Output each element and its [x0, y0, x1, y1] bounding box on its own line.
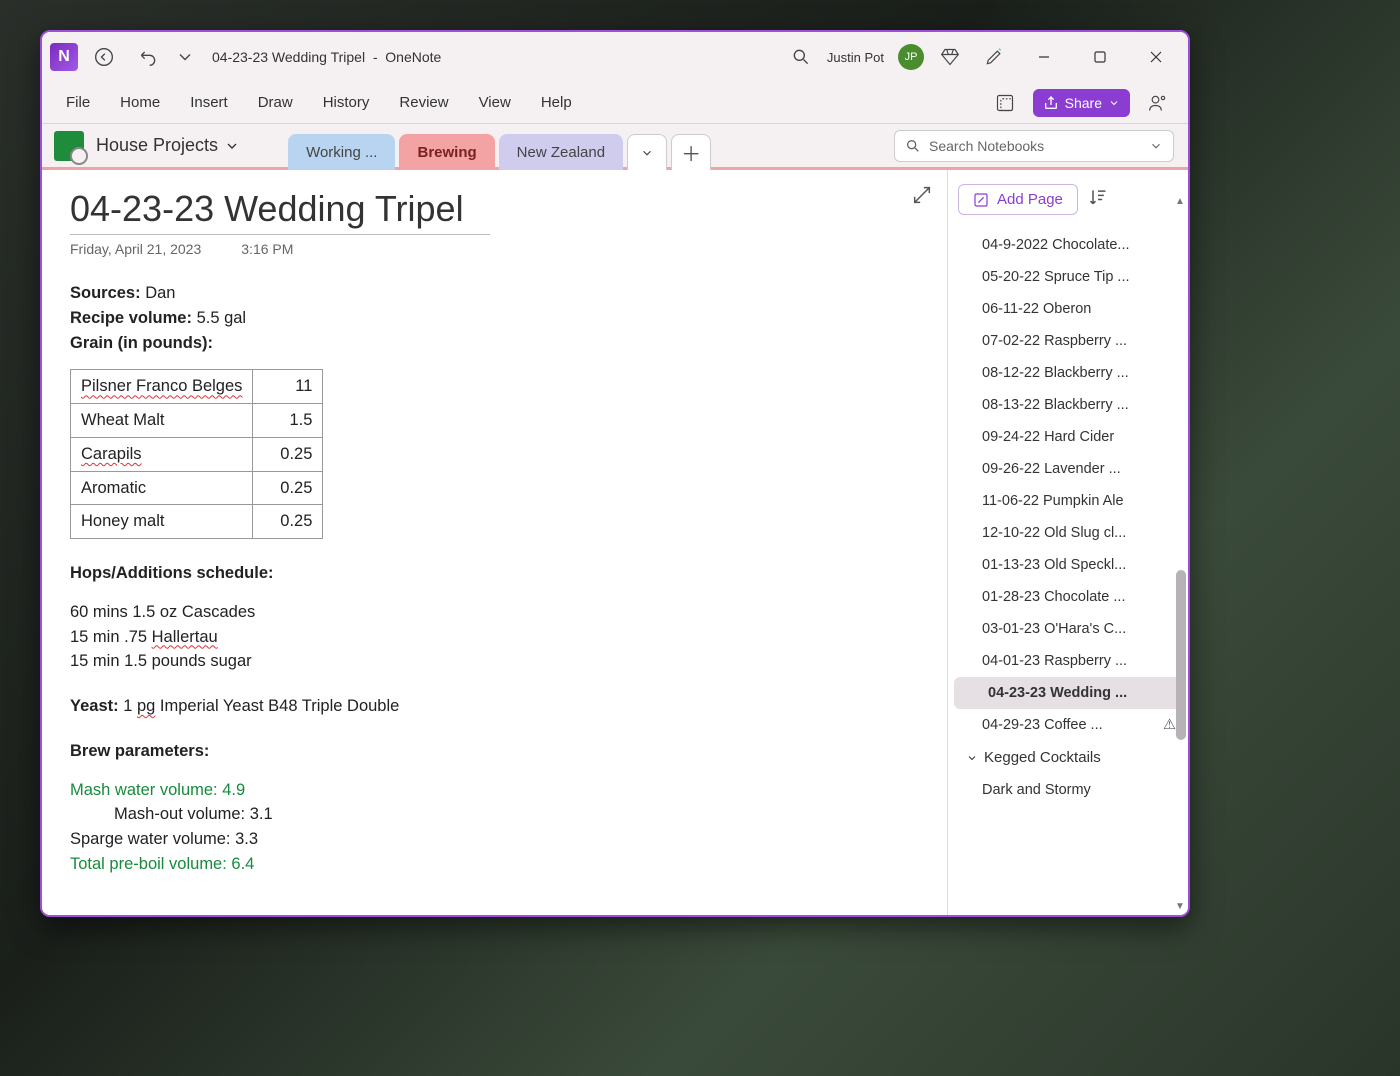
list-item[interactable]: 04-9-2022 Chocolate... — [948, 229, 1188, 261]
ribbon-tab-draw[interactable]: Draw — [246, 88, 305, 117]
onenote-app-icon — [50, 43, 78, 71]
chevron-down-icon — [1149, 139, 1163, 153]
share-button[interactable]: Share — [1033, 89, 1130, 117]
list-item[interactable]: 11-06-22 Pumpkin Ale — [948, 485, 1188, 517]
search-notebooks[interactable]: Search Notebooks — [894, 130, 1174, 162]
content-area: 04-23-23 Wedding Tripel Friday, April 21… — [42, 170, 1188, 915]
page-list-scrollbar[interactable]: ▲ ▼ — [1174, 210, 1186, 909]
table-row: Wheat Malt1.5 — [71, 404, 323, 438]
list-item[interactable]: 04-01-23 Raspberry ... — [948, 645, 1188, 677]
chevron-down-icon — [966, 752, 978, 764]
pen-icon[interactable] — [976, 39, 1012, 75]
table-row: Aromatic0.25 — [71, 471, 323, 505]
onenote-window: 04-23-23 Wedding Tripel - OneNote Justin… — [40, 30, 1190, 917]
titlebar: 04-23-23 Wedding Tripel - OneNote Justin… — [42, 32, 1188, 82]
quick-access-dropdown[interactable] — [174, 39, 196, 75]
list-item[interactable]: 08-13-22 Blackberry ... — [948, 389, 1188, 421]
list-item[interactable]: Dark and Stormy — [948, 774, 1188, 806]
share-label: Share — [1065, 95, 1102, 111]
list-item[interactable]: 05-20-22 Spruce Tip ... — [948, 261, 1188, 293]
back-button[interactable] — [86, 39, 122, 75]
table-row: Honey malt0.25 — [71, 505, 323, 539]
ribbon-tab-review[interactable]: Review — [387, 88, 460, 117]
grain-table[interactable]: Pilsner Franco Belges11 Wheat Malt1.5 Ca… — [70, 369, 323, 539]
search-icon — [905, 138, 921, 154]
list-item[interactable]: 07-02-22 Raspberry ... — [948, 325, 1188, 357]
page-group-header[interactable]: Kegged Cocktails — [948, 741, 1188, 774]
diamond-icon[interactable] — [932, 39, 968, 75]
table-row: Pilsner Franco Belges11 — [71, 370, 323, 404]
ribbon-tab-file[interactable]: File — [54, 88, 102, 117]
section-tab-brewing[interactable]: Brewing — [399, 134, 494, 170]
page-list[interactable]: 04-9-2022 Chocolate... 05-20-22 Spruce T… — [948, 229, 1188, 915]
notebook-name: House Projects — [96, 135, 218, 156]
ribbon-tab-insert[interactable]: Insert — [178, 88, 240, 117]
edit-icon — [973, 192, 989, 208]
fullscreen-icon[interactable] — [911, 184, 933, 211]
note-meta: Friday, April 21, 2023 3:16 PM — [70, 241, 919, 257]
add-page-label: Add Page — [997, 191, 1063, 208]
note-date: Friday, April 21, 2023 — [70, 241, 201, 257]
list-item[interactable]: 08-12-22 Blackberry ... — [948, 357, 1188, 389]
collab-icon[interactable] — [1140, 85, 1176, 121]
page-list-pane: Add Page 04-9-2022 Chocolate... 05-20-22… — [948, 170, 1188, 915]
note-canvas[interactable]: 04-23-23 Wedding Tripel Friday, April 21… — [42, 170, 948, 915]
window-title: 04-23-23 Wedding Tripel - OneNote — [212, 49, 441, 65]
list-item[interactable]: 12-10-22 Old Slug cl... — [948, 517, 1188, 549]
notebook-icon[interactable] — [54, 131, 84, 161]
ribbon-tab-help[interactable]: Help — [529, 88, 584, 117]
table-row: Carapils0.25 — [71, 437, 323, 471]
list-item[interactable]: 06-11-22 Oberon — [948, 293, 1188, 325]
list-item[interactable]: 01-28-23 Chocolate ... — [948, 581, 1188, 613]
scroll-down-icon[interactable]: ▼ — [1174, 901, 1186, 913]
ribbon: File Home Insert Draw History Review Vie… — [42, 82, 1188, 124]
search-button[interactable] — [783, 39, 819, 75]
list-item[interactable]: 04-29-23 Coffee ... — [948, 709, 1188, 741]
section-tab-newzealand[interactable]: New Zealand — [499, 134, 623, 170]
list-item-selected[interactable]: 04-23-23 Wedding ... — [954, 677, 1182, 709]
list-item[interactable]: 09-26-22 Lavender ... — [948, 453, 1188, 485]
scroll-up-icon[interactable]: ▲ — [1174, 196, 1186, 208]
add-section-button[interactable]: ＋ — [671, 134, 711, 170]
ribbon-tab-history[interactable]: History — [311, 88, 382, 117]
minimize-button[interactable] — [1020, 39, 1068, 75]
ribbon-tab-view[interactable]: View — [467, 88, 523, 117]
close-button[interactable] — [1132, 39, 1180, 75]
search-placeholder: Search Notebooks — [929, 138, 1141, 154]
sort-button[interactable] — [1088, 187, 1108, 212]
scroll-thumb[interactable] — [1176, 570, 1186, 740]
user-avatar[interactable]: JP — [898, 44, 924, 70]
notebook-nav: House Projects Working ... Brewing New Z… — [42, 124, 1188, 170]
page-title[interactable]: 04-23-23 Wedding Tripel — [70, 188, 490, 235]
section-tab-working[interactable]: Working ... — [288, 134, 395, 170]
note-body[interactable]: Sources: Dan Recipe volume: 5.5 gal Grai… — [70, 281, 919, 877]
note-time: 3:16 PM — [241, 241, 293, 257]
undo-button[interactable] — [130, 39, 166, 75]
notebook-picker[interactable]: House Projects — [96, 135, 240, 156]
section-overflow[interactable] — [627, 134, 667, 170]
section-tabs: Working ... Brewing New Zealand ＋ — [288, 124, 711, 167]
list-item[interactable]: 01-13-23 Old Speckl... — [948, 549, 1188, 581]
user-name: Justin Pot — [827, 50, 884, 65]
chevron-down-icon — [224, 138, 240, 154]
list-item[interactable]: 03-01-23 O'Hara's C... — [948, 613, 1188, 645]
maximize-button[interactable] — [1076, 39, 1124, 75]
ribbon-tab-home[interactable]: Home — [108, 88, 172, 117]
ribbon-mode-icon[interactable] — [987, 85, 1023, 121]
list-item[interactable]: 09-24-22 Hard Cider — [948, 421, 1188, 453]
add-page-button[interactable]: Add Page — [958, 184, 1078, 215]
